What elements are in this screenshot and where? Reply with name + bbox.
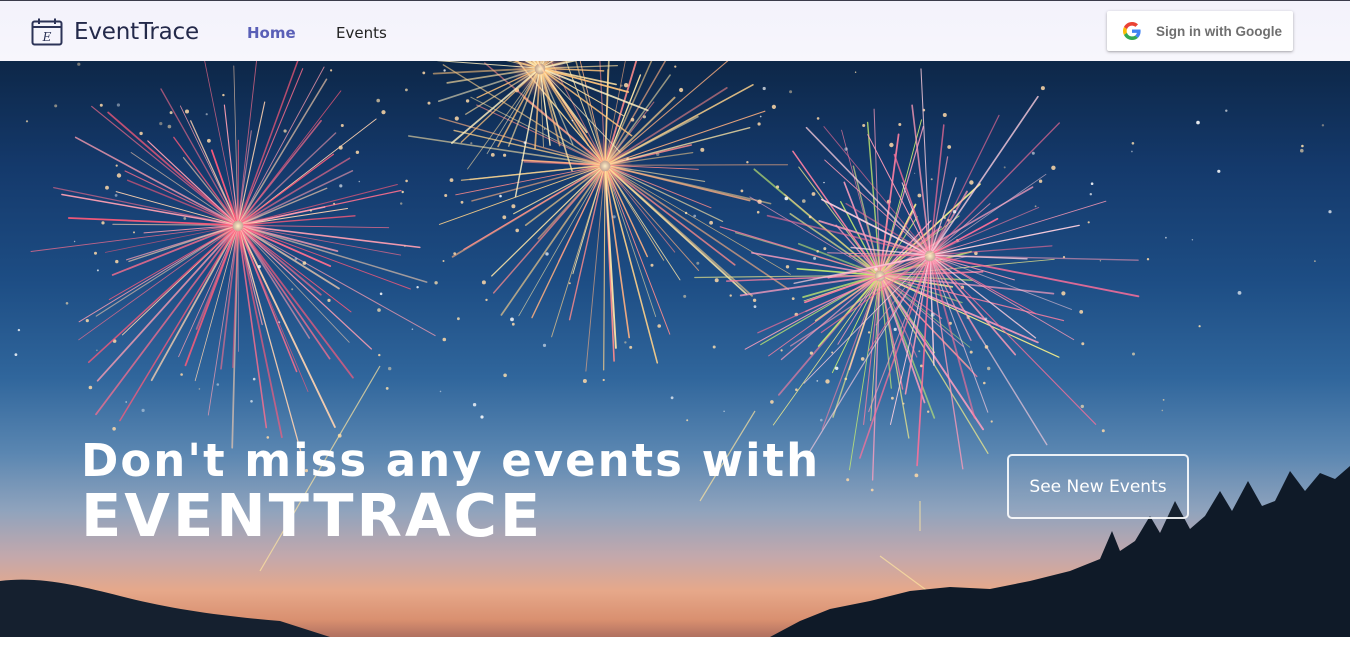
calendar-icon-letter: E <box>42 30 52 44</box>
hero-headline-line2: EVENTTRACE <box>81 481 544 550</box>
hero-banner: Don't miss any events with EVENTTRACE Se… <box>0 61 1350 637</box>
hills-silhouette-left <box>0 579 330 637</box>
brand-logo[interactable]: E EventTrace <box>31 18 199 46</box>
hero-headline-line1: Don't miss any events with <box>81 434 821 487</box>
google-g-icon <box>1123 22 1141 40</box>
fireworks-background-image <box>0 61 1350 637</box>
google-sign-in-label: Sign in with Google <box>1156 23 1282 39</box>
firework-burst-left <box>30 61 447 473</box>
brand-name: EventTrace <box>74 19 199 45</box>
firework-burst-right <box>694 68 1150 492</box>
nav-item-home[interactable]: Home <box>247 24 296 42</box>
calendar-icon: E <box>31 18 63 46</box>
navbar: E EventTrace Home Events Sign in with Go… <box>0 0 1350 61</box>
firework-burst-center <box>408 61 791 383</box>
hero-headline: Don't miss any events with EVENTTRACE <box>81 436 820 546</box>
google-sign-in-button[interactable]: Sign in with Google <box>1107 11 1293 51</box>
see-new-events-button[interactable]: See New Events <box>1007 454 1189 519</box>
nav-item-events[interactable]: Events <box>336 24 387 42</box>
